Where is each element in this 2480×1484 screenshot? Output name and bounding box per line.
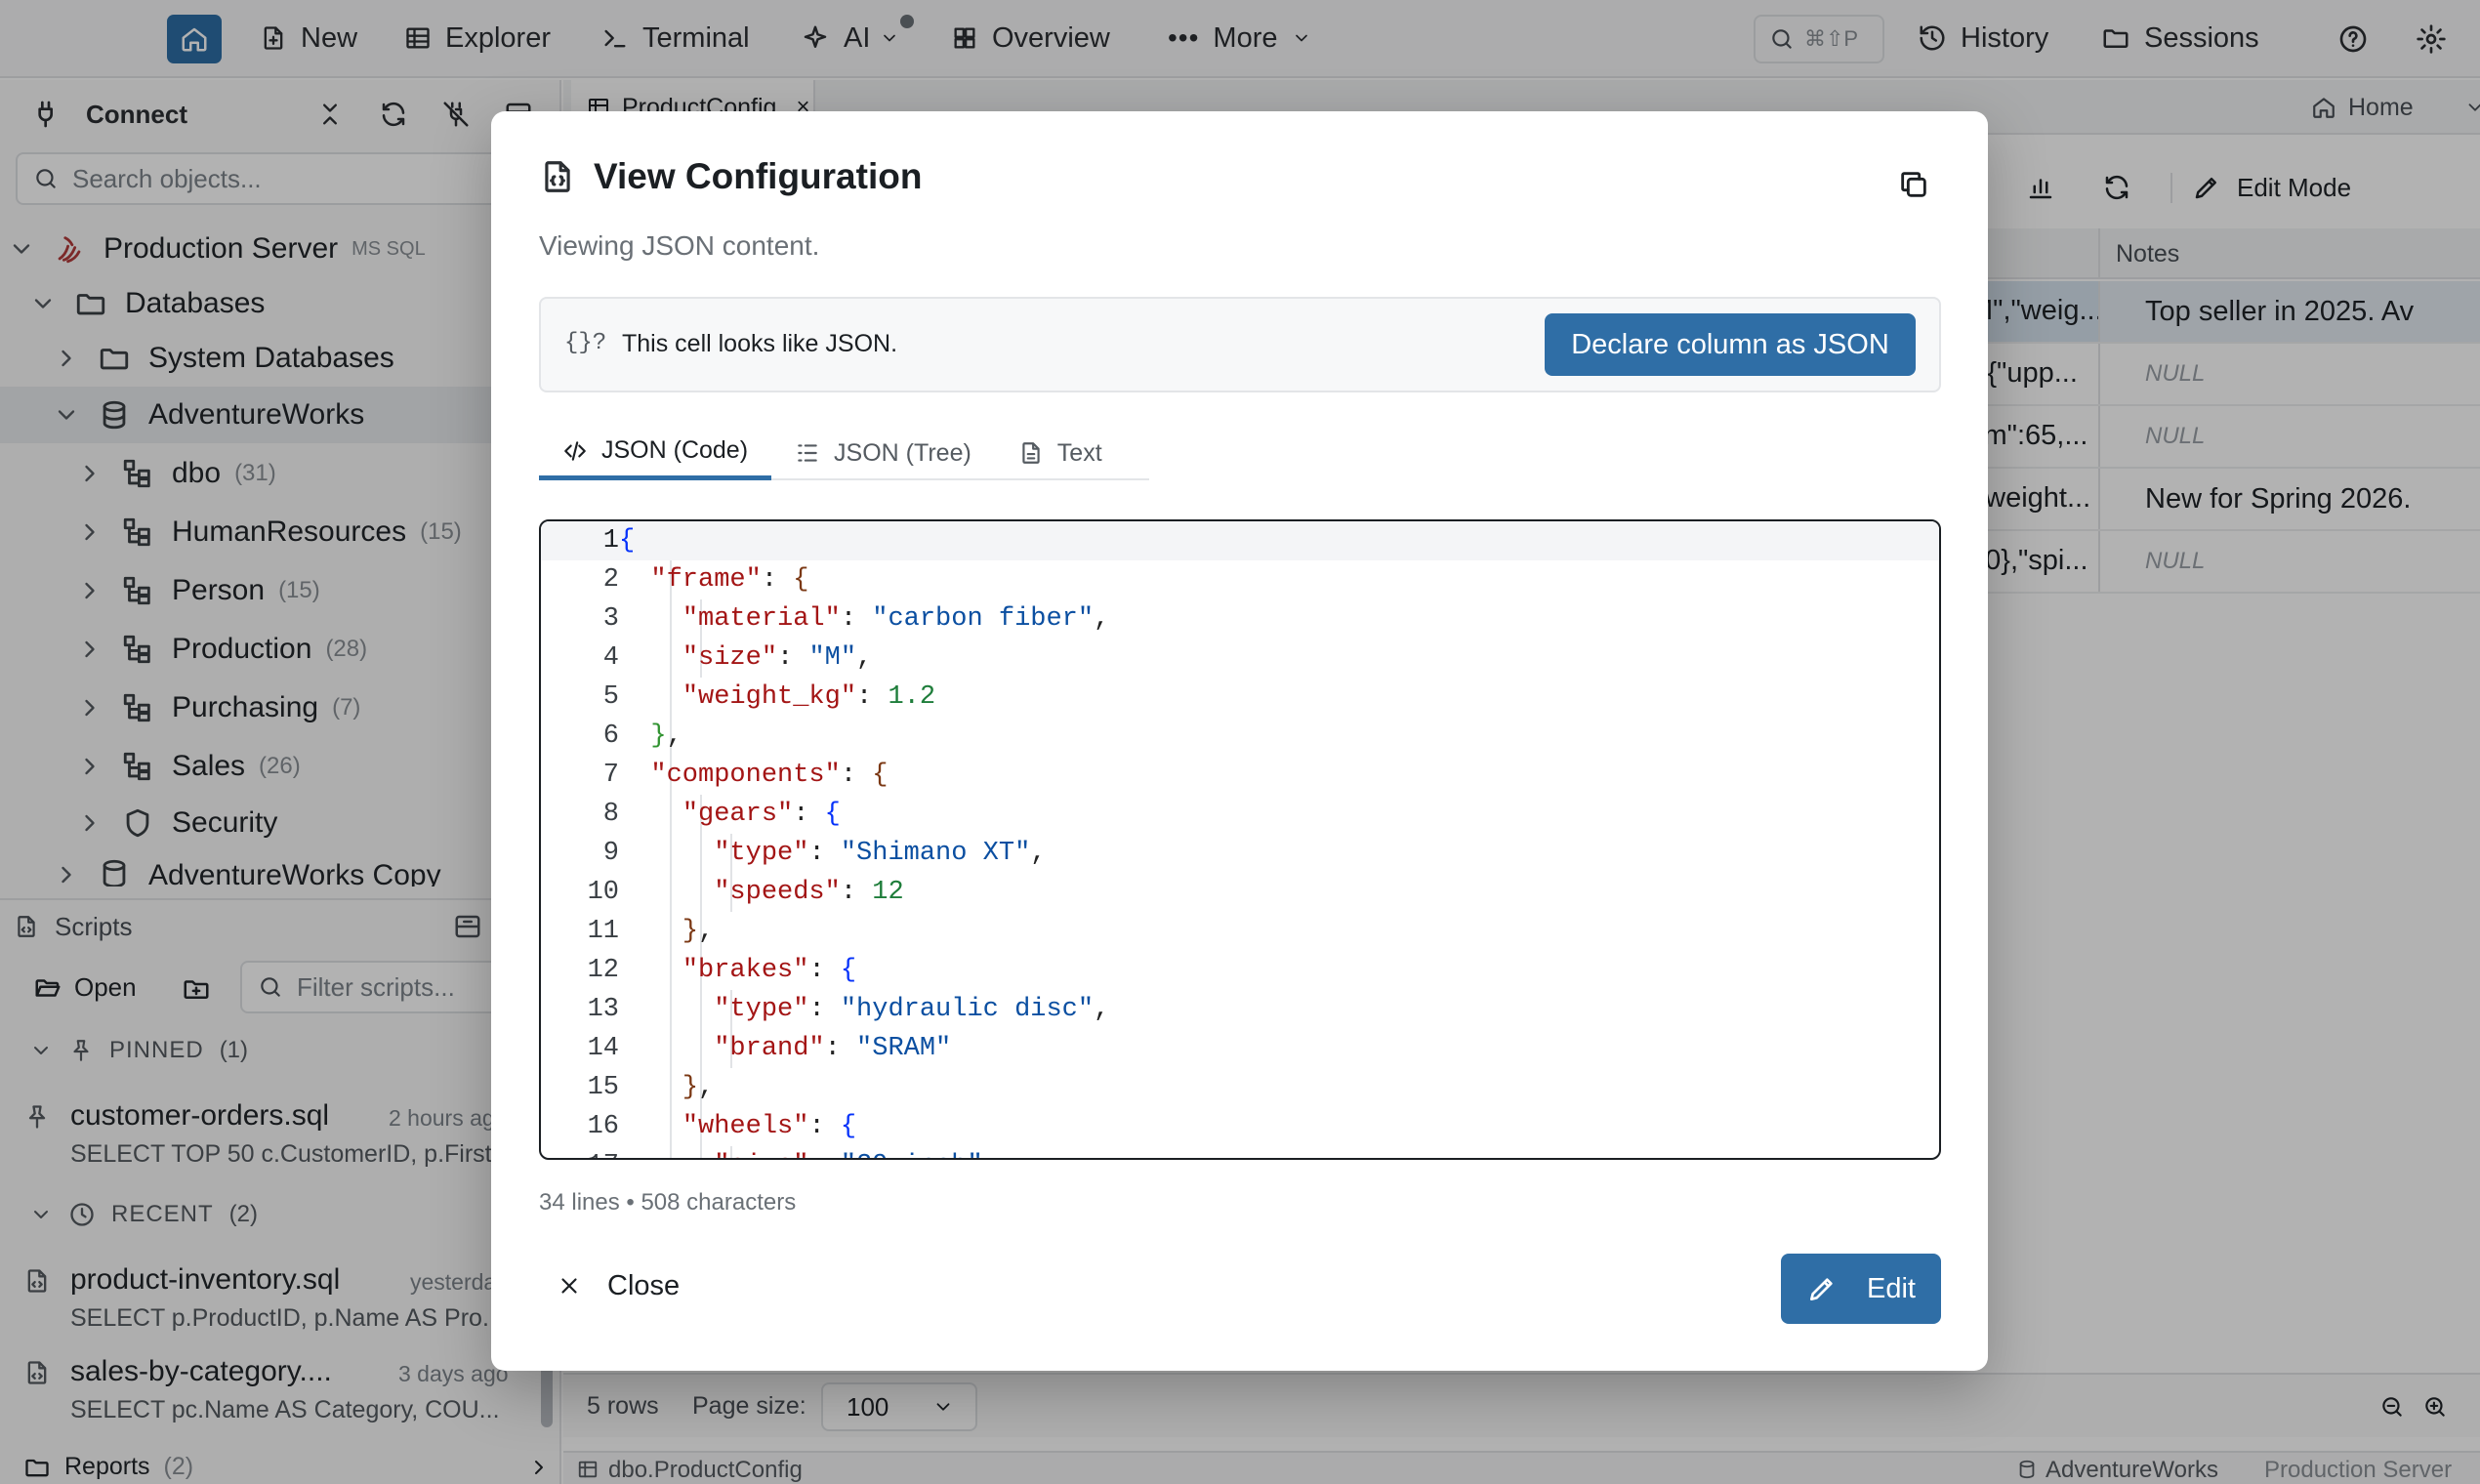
line-number: 17: [541, 1146, 619, 1158]
tab-label: Text: [1056, 438, 1102, 467]
edit-button[interactable]: Edit: [1781, 1254, 1941, 1324]
banner-text: This cell looks like JSON.: [622, 330, 898, 357]
line-number: 2: [602, 565, 619, 595]
code-line[interactable]: 11 },: [541, 912, 1939, 951]
json-hint-icon: {}?: [564, 330, 607, 356]
view-tabs: JSON (Code) JSON (Tree) Text: [539, 426, 1149, 480]
line-number: 3: [602, 604, 619, 634]
code-text: },: [650, 721, 682, 751]
content-stats: 34 lines • 508 characters: [539, 1189, 797, 1216]
code-text: "gears": {: [682, 800, 841, 829]
code-text: "brand": "SRAM": [714, 1034, 952, 1063]
tab-label: JSON (Code): [601, 436, 749, 464]
code-line[interactable]: 7 "components": {: [541, 756, 1939, 795]
code-line[interactable]: 16 "wheels": {: [541, 1107, 1939, 1146]
code-line[interactable]: 8 "gears": {: [541, 795, 1939, 834]
copy-icon[interactable]: [1897, 168, 1930, 201]
json-code-editor[interactable]: 1{2 "frame": {3 "material": "carbon fibe…: [539, 519, 1941, 1160]
line-number: 8: [602, 800, 619, 829]
code-line[interactable]: 3 "material": "carbon fiber",: [541, 599, 1939, 639]
declare-json-button[interactable]: Declare column as JSON: [1545, 313, 1916, 376]
code-text: "size": "29 inch",: [619, 1146, 999, 1158]
line-number: 6: [602, 721, 619, 751]
close-icon: [557, 1273, 582, 1298]
code-text: "weight_kg": 1.2: [682, 682, 936, 712]
code-text: "brakes": {: [682, 956, 857, 985]
pencil-icon: [1806, 1273, 1838, 1304]
dialog-subtitle: Viewing JSON content.: [539, 230, 820, 261]
line-number: 5: [602, 682, 619, 712]
line-number: 11: [587, 917, 619, 946]
code-line[interactable]: 14 "brand": "SRAM": [541, 1029, 1939, 1068]
json-detected-banner: {}? This cell looks like JSON. Declare c…: [539, 297, 1941, 392]
code-text: {: [619, 526, 636, 556]
dialog-title: View Configuration: [594, 156, 923, 196]
code-line[interactable]: 4 "size": "M",: [541, 639, 1939, 678]
close-label: Close: [607, 1269, 681, 1301]
line-number: 14: [587, 1034, 619, 1063]
code-text: },: [682, 917, 715, 946]
code-line[interactable]: 12 "brakes": {: [541, 951, 1939, 990]
tab-json-code[interactable]: JSON (Code): [539, 426, 772, 480]
code-text: "size": "M",: [682, 643, 873, 673]
view-configuration-dialog: View Configuration Viewing JSON content.…: [491, 111, 1988, 1371]
line-number: 10: [587, 878, 619, 907]
code-text: "speeds": 12: [714, 878, 904, 907]
code-line[interactable]: 1{: [541, 521, 1939, 560]
tab-label: JSON (Tree): [834, 438, 971, 467]
line-number: 7: [602, 761, 619, 790]
code-line[interactable]: 9 "type": "Shimano XT",: [541, 834, 1939, 873]
line-number: 9: [602, 839, 619, 868]
line-number: 4: [602, 643, 619, 673]
close-button[interactable]: Close: [539, 1254, 697, 1318]
code-line[interactable]: 6 },: [541, 717, 1939, 756]
code-line[interactable]: 5 "weight_kg": 1.2: [541, 678, 1939, 717]
line-number: 1: [602, 526, 619, 556]
code-line[interactable]: 10 "speeds": 12: [541, 873, 1939, 912]
tab-text[interactable]: Text: [995, 426, 1126, 480]
code-line[interactable]: 17 "size": "29 inch",: [541, 1146, 1939, 1158]
line-number: 12: [587, 956, 619, 985]
code-icon: [562, 438, 588, 464]
code-text: "type": "Shimano XT",: [714, 839, 1047, 868]
code-line[interactable]: 15 },: [541, 1068, 1939, 1107]
line-number: 13: [587, 995, 619, 1024]
code-line[interactable]: 13 "type": "hydraulic disc",: [541, 990, 1939, 1029]
tree-list-icon: [795, 440, 820, 466]
line-number: 16: [587, 1112, 619, 1141]
line-number: 15: [587, 1073, 619, 1102]
code-text: "type": "hydraulic disc",: [714, 995, 1110, 1024]
text-file-icon: [1018, 440, 1044, 466]
code-text: "frame": {: [650, 565, 809, 595]
code-line[interactable]: 2 "frame": {: [541, 560, 1939, 599]
json-file-icon: [539, 158, 576, 195]
edit-label: Edit: [1867, 1272, 1916, 1304]
code-text: },: [682, 1073, 715, 1102]
code-text: "material": "carbon fiber",: [682, 604, 1110, 634]
code-text: "wheels": {: [682, 1112, 857, 1141]
tab-json-tree[interactable]: JSON (Tree): [771, 426, 995, 480]
code-text: "components": {: [650, 761, 889, 790]
